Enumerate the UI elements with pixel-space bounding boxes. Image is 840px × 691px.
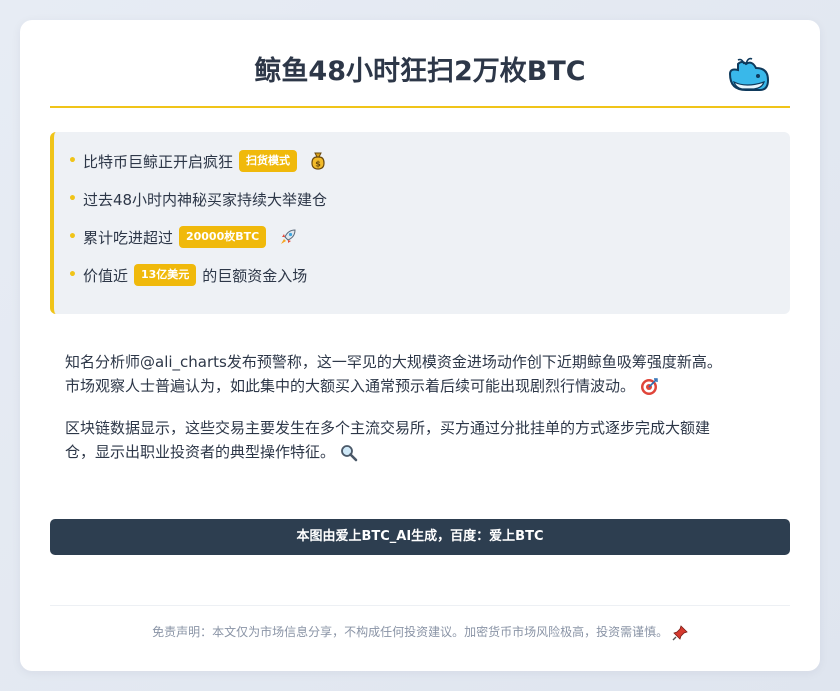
paragraph-line: 仓，显示出职业投资者的典型操作特征。 [65, 443, 336, 461]
paragraph-line-with-icon: 市场观察人士普遍认为，如此集中的大额买入通常预示着后续可能出现剧烈行情波动。 [65, 374, 775, 398]
svg-text:$: $ [315, 160, 321, 169]
header: 鲸鱼48小时狂扫2万枚BTC [50, 20, 790, 108]
bullet: • [68, 153, 77, 169]
point-text: 过去48小时内神秘买家持续大举建仓 [82, 190, 328, 209]
pin-icon [672, 624, 688, 640]
page-title: 鲸鱼48小时狂扫2万枚BTC [254, 56, 586, 87]
generator-banner: 本图由爱上BTC_AI生成，百度：爱上BTC [50, 519, 790, 555]
badge: 13亿美元 [133, 264, 197, 286]
badge: 20000枚BTC [178, 226, 267, 248]
paragraph-line: 知名分析师@ali_charts发布预警称，这一罕见的大规模资金进场动作创下近期… [65, 353, 722, 371]
paragraph-line-with-icon: 仓，显示出职业投资者的典型操作特征。 [65, 440, 775, 464]
money-bag-icon: $ [311, 152, 325, 170]
magnifier-icon [340, 444, 358, 461]
point-text: 累计吃进超过 [82, 228, 173, 247]
article-card: 鲸鱼48小时狂扫2万枚BTC • 比特币巨鲸正开启疯狂 扫货模式 $ • 过去4… [20, 20, 820, 671]
paragraph-line: 区块链数据显示，这些交易主要发生在多个主流交易所，买方通过分批挂单的方式逐步完成… [65, 419, 711, 437]
paragraph-line: 市场观察人士普遍认为，如此集中的大额买入通常预示着后续可能出现剧烈行情波动。 [65, 377, 636, 395]
list-item: • 价值近 13亿美元 的巨额资金入场 [68, 263, 307, 287]
point-text: 比特币巨鲸正开启疯狂 [82, 152, 233, 171]
list-item: • 累计吃进超过 20000枚BTC [68, 225, 298, 249]
disclaimer-text: 免责声明：本文仅为市场信息分享，不构成任何投资建议。加密货币市场风险极高，投资需… [152, 625, 669, 639]
bullet: • [68, 267, 77, 283]
disclaimer: 免责声明：本文仅为市场信息分享，不构成任何投资建议。加密货币市场风险极高，投资需… [20, 621, 820, 643]
key-points-panel: • 比特币巨鲸正开启疯狂 扫货模式 $ • 过去48小时内神秘买家持续大举建仓 … [50, 132, 790, 314]
list-item: • 比特币巨鲸正开启疯狂 扫货模式 $ [68, 149, 327, 173]
paragraph-chain-data: 区块链数据显示，这些交易主要发生在多个主流交易所，买方通过分批挂单的方式逐步完成… [65, 416, 775, 464]
point-suffix: 的巨额资金入场 [202, 266, 308, 285]
badge: 扫货模式 [238, 150, 297, 172]
bullet: • [68, 229, 77, 245]
point-text: 价值近 [82, 266, 128, 285]
paragraph-analyst: 知名分析师@ali_charts发布预警称，这一罕见的大规模资金进场动作创下近期… [65, 350, 775, 398]
rocket-icon [281, 229, 296, 244]
bullet: • [68, 191, 77, 207]
list-item: • 过去48小时内神秘买家持续大举建仓 [68, 187, 327, 211]
whale-icon [728, 57, 770, 91]
target-icon [640, 377, 658, 395]
divider [50, 605, 790, 606]
